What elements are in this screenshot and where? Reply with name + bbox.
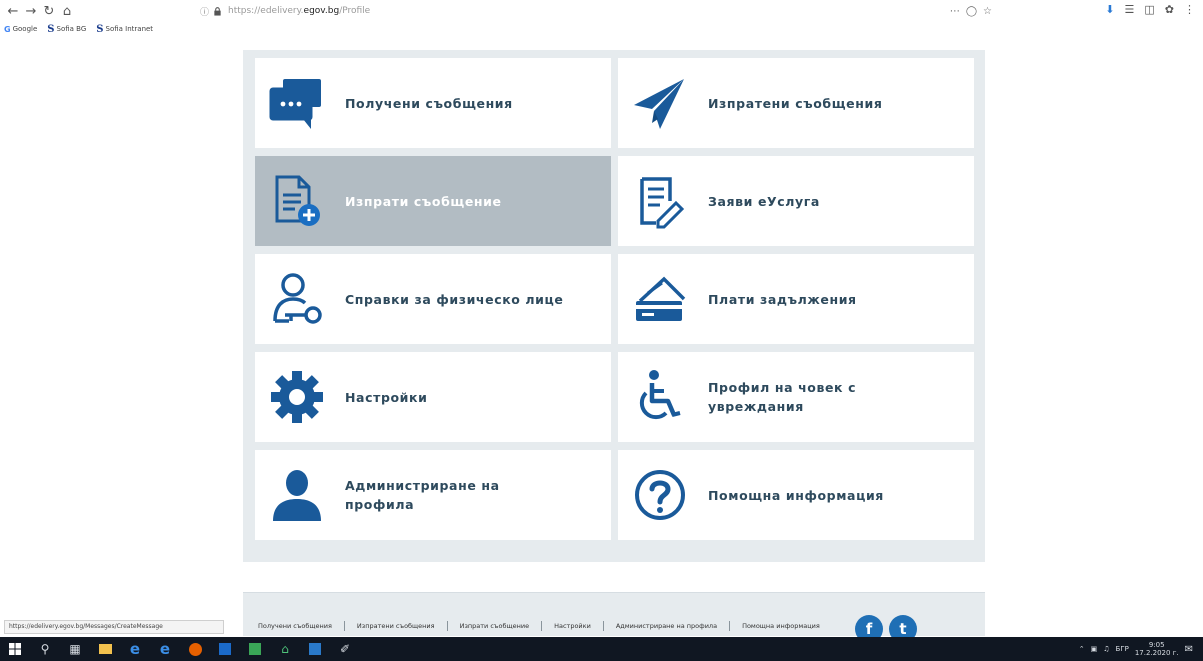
tile-sent-messages[interactable]: Изпратени съобщения: [618, 58, 974, 148]
paint-icon[interactable]: ✐: [330, 637, 360, 661]
page-info-icon[interactable]: ⓘ: [200, 5, 209, 18]
wheelchair-icon: [630, 367, 690, 427]
footer-link-received[interactable]: Получени съобщения: [258, 621, 344, 631]
sofia-logo-icon: S: [47, 23, 55, 35]
edge-icon[interactable]: e: [120, 637, 150, 661]
tile-label: Помощна информация: [708, 487, 884, 503]
tile-label: Заяви еУслуга: [708, 193, 820, 209]
user-silhouette-icon: [267, 465, 327, 525]
tile-person-inquiries[interactable]: Справки за физическо лице: [255, 254, 611, 344]
tile-label: Справки за физическо лице: [345, 291, 564, 307]
address-bar[interactable]: ⓘ https://edelivery. egov.bg/Profile ⋯ ◯ …: [200, 3, 1000, 19]
network-icon[interactable]: ▣: [1091, 645, 1098, 653]
tile-help-information[interactable]: Помощна информация: [618, 450, 974, 540]
extension-icon[interactable]: ✿: [1165, 3, 1174, 16]
tile-send-message[interactable]: Изпрати съобщение: [255, 156, 611, 246]
forward-arrow-icon[interactable]: →: [22, 2, 40, 20]
sidebar-icon[interactable]: ◫: [1144, 3, 1154, 16]
url-prefix: https://edelivery.: [228, 6, 304, 16]
footer-link-administration[interactable]: Администриране на профила: [602, 621, 729, 631]
tile-received-messages[interactable]: Получени съобщения: [255, 58, 611, 148]
clock[interactable]: 9:05 17.2.2020 г.: [1135, 641, 1179, 657]
card-payment-icon: [630, 269, 690, 329]
link-status-bar: https://edelivery.egov.bg/Messages/Creat…: [4, 620, 224, 634]
taskbar: ⚲ ▦ e e ⌂ ✐ ⌃ ▣ ♫ БГР 9:05 17.2.2020 г. …: [0, 637, 1203, 661]
library-icon[interactable]: ☰: [1125, 3, 1135, 16]
reload-icon[interactable]: ↻: [40, 2, 58, 20]
windows-start-icon[interactable]: [0, 637, 30, 661]
chat-bubble-icon: [267, 73, 327, 133]
tile-disability-profile[interactable]: Профил на човек с увреждания: [618, 352, 974, 442]
tile-label: Плати задължения: [708, 291, 857, 307]
bookmark-sofia-intranet[interactable]: S Sofia Intranet: [96, 24, 153, 35]
footer-links: Получени съобщения Изпратени съобщения И…: [258, 621, 832, 631]
firefox-icon[interactable]: [180, 637, 210, 661]
bookmark-star-icon[interactable]: ☆: [983, 6, 992, 17]
tile-label: Изпрати съобщение: [345, 193, 502, 209]
footer-link-settings[interactable]: Настройки: [541, 621, 603, 631]
bookmark-label: Sofia Intranet: [105, 25, 154, 33]
url-path: /Profile: [339, 6, 371, 16]
tile-label: Получени съобщения: [345, 95, 513, 111]
bookmark-sofia-bg[interactable]: S Sofia BG: [47, 24, 86, 35]
gear-icon: [267, 367, 327, 427]
tray-chevron-icon[interactable]: ⌃: [1079, 645, 1085, 653]
tile-label: Настройки: [345, 389, 428, 405]
download-icon[interactable]: ⬇: [1105, 3, 1114, 16]
search-icon[interactable]: ⚲: [30, 637, 60, 661]
page-actions-icon[interactable]: ⋯: [950, 6, 960, 17]
clock-time: 9:05: [1148, 641, 1165, 649]
system-tray: ⌃ ▣ ♫ БГР 9:05 17.2.2020 г. ✉: [1079, 637, 1193, 661]
app-blue-icon[interactable]: [300, 637, 330, 661]
user-key-icon: [267, 269, 327, 329]
notifications-icon[interactable]: ✉: [1185, 644, 1193, 655]
task-view-icon[interactable]: ▦: [60, 637, 90, 661]
internet-explorer-icon[interactable]: e: [150, 637, 180, 661]
footer-link-send[interactable]: Изпрати съобщение: [446, 621, 542, 631]
page-footer: Получени съобщения Изпратени съобщения И…: [243, 592, 985, 643]
lock-icon: [214, 6, 221, 16]
profile-menu: Получени съобщения Изпратени съобщения И…: [243, 50, 985, 562]
google-icon: G: [4, 24, 11, 34]
pocket-icon[interactable]: ◯: [966, 6, 977, 17]
tile-label: Изпратени съобщения: [708, 95, 883, 111]
footer-link-sent[interactable]: Изпратени съобщения: [343, 621, 447, 631]
footer-link-help[interactable]: Помощна информация: [729, 621, 832, 631]
home-icon[interactable]: ⌂: [58, 2, 76, 20]
tile-profile-administration[interactable]: Администриране на профила: [255, 450, 611, 540]
tile-request-eservice[interactable]: Заяви еУслуга: [618, 156, 974, 246]
browser-toolbar: ← → ↻ ⌂ ⓘ https://edelivery. egov.bg/Prof…: [0, 0, 1203, 22]
bookmark-label: Google: [12, 25, 38, 33]
app-green-icon[interactable]: [240, 637, 270, 661]
document-edit-icon: [630, 171, 690, 231]
back-arrow-icon[interactable]: ←: [4, 2, 22, 20]
bookmarks-bar: G Google S Sofia BG S Sofia Intranet: [0, 22, 1203, 36]
language-indicator[interactable]: БГР: [1116, 645, 1129, 653]
tile-label: Администриране на профила: [345, 478, 500, 512]
tile-settings[interactable]: Настройки: [255, 352, 611, 442]
url-host: egov.bg: [303, 6, 340, 16]
outlook-icon[interactable]: [210, 637, 240, 661]
clock-date: 17.2.2020 г.: [1134, 649, 1179, 657]
document-add-icon: [267, 171, 327, 231]
bookmark-google[interactable]: G Google: [4, 25, 37, 34]
tile-label: Профил на човек с увреждания: [708, 380, 857, 414]
menu-icon[interactable]: ⋮: [1184, 3, 1195, 16]
paper-plane-icon: [630, 73, 690, 133]
question-circle-icon: [630, 465, 690, 525]
volume-icon[interactable]: ♫: [1103, 645, 1109, 653]
tile-pay-obligations[interactable]: Плати задължения: [618, 254, 974, 344]
bookmark-label: Sofia BG: [56, 25, 87, 33]
file-explorer-icon[interactable]: [90, 637, 120, 661]
app-store-icon[interactable]: ⌂: [270, 637, 300, 661]
sofia-logo-icon: S: [96, 23, 104, 35]
